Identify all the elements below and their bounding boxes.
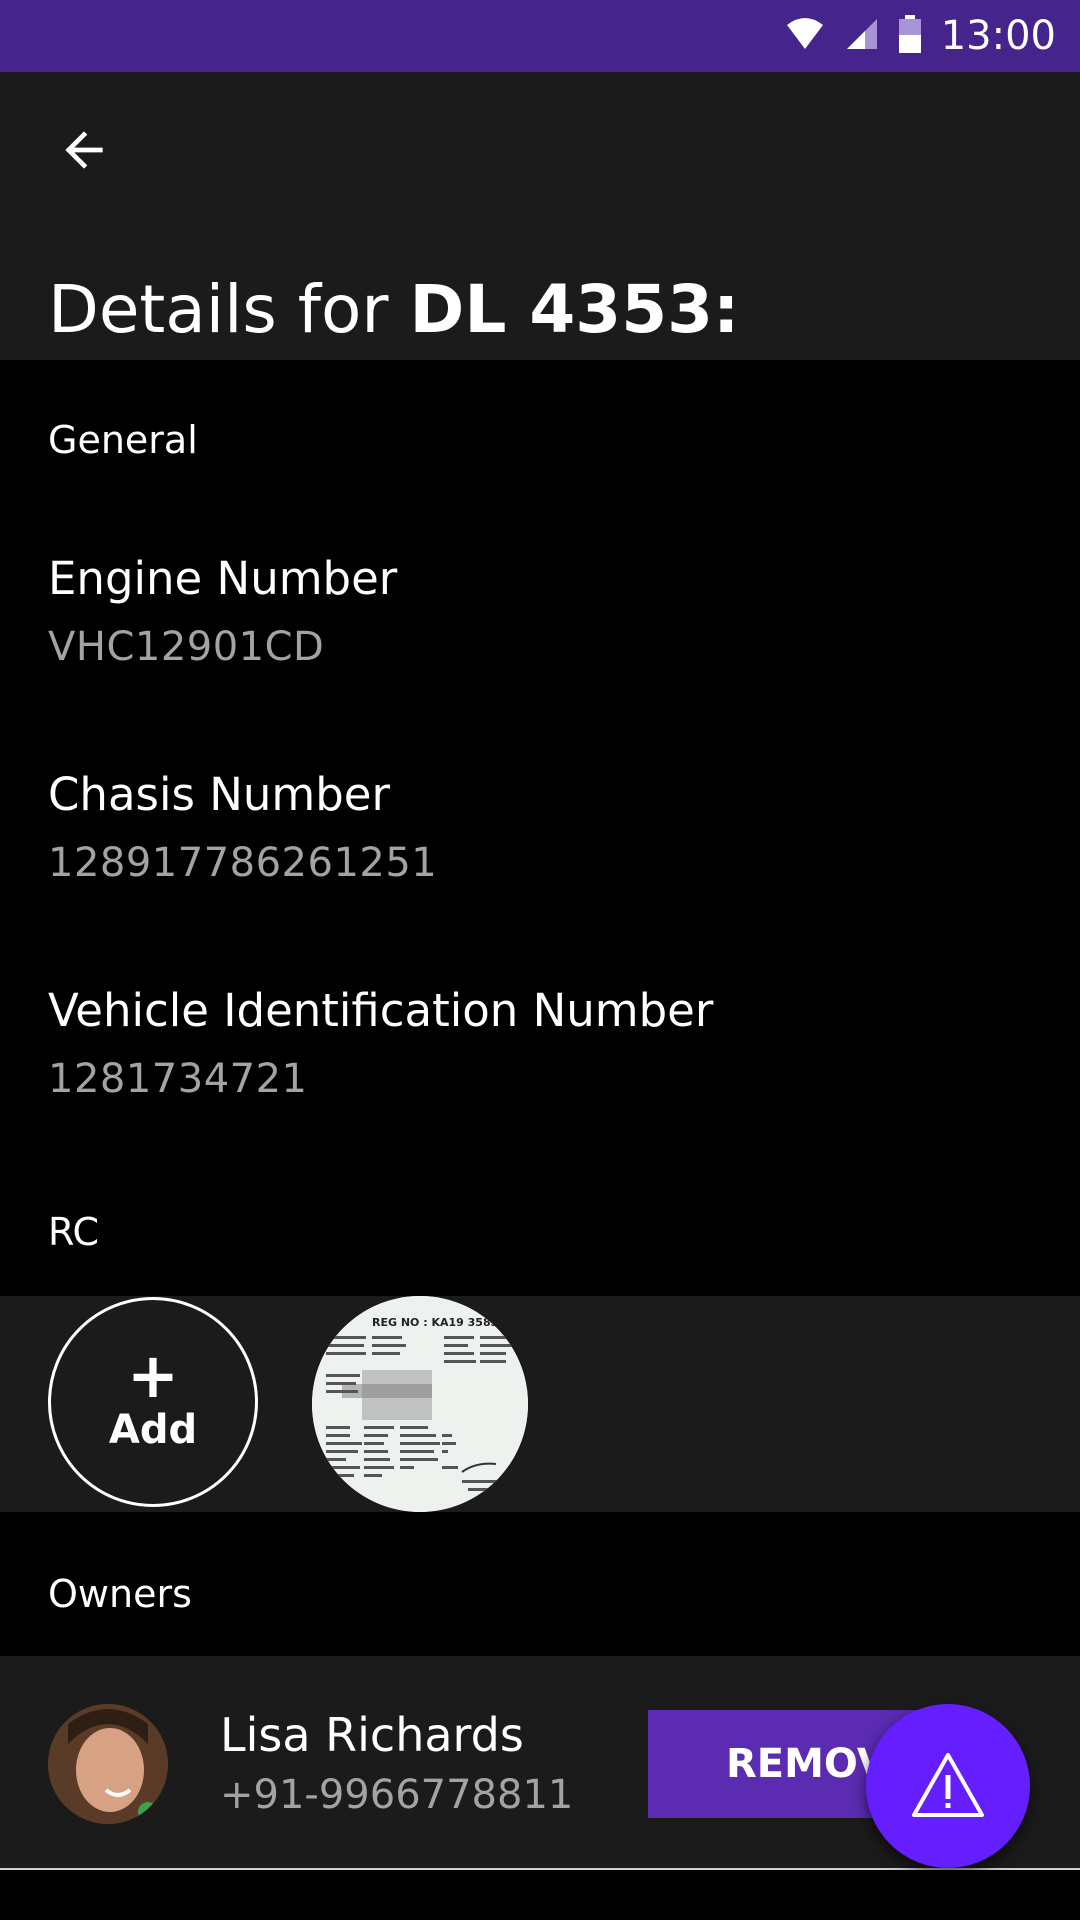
battery-icon <box>898 15 921 57</box>
chassis-number-label: Chasis Number <box>48 768 390 821</box>
owner-name: Lisa Richards <box>220 1708 524 1762</box>
engine-number-value: VHC12901CD <box>48 624 325 670</box>
wifi-icon <box>785 17 825 55</box>
engine-number-label: Engine Number <box>48 552 398 605</box>
chassis-number-value: 128917786261251 <box>48 840 438 886</box>
section-header-rc: RC <box>48 1210 100 1254</box>
signal-icon <box>845 17 879 55</box>
vin-value: 1281734721 <box>48 1056 308 1102</box>
title-prefix: Details for <box>48 271 410 348</box>
back-button[interactable] <box>44 110 124 190</box>
section-header-owners: Owners <box>48 1572 192 1616</box>
avatar <box>48 1704 168 1824</box>
owner-phone: +91-9966778811 <box>220 1772 574 1818</box>
rc-document-thumbnail[interactable]: REG NO : KA19 3583 <box>312 1296 528 1512</box>
add-label: Add <box>108 1407 198 1453</box>
section-header-general: General <box>48 418 198 462</box>
warning-icon <box>912 1753 984 1817</box>
add-rc-button[interactable]: + Add <box>48 1297 258 1507</box>
status-bar: 13:00 <box>0 0 1080 72</box>
avatar-image <box>48 1704 168 1824</box>
plus-icon: + <box>127 1339 179 1412</box>
status-time: 13:00 <box>940 13 1056 59</box>
report-fab-button[interactable] <box>866 1704 1030 1868</box>
rc-document-header: REG NO : KA19 3583 <box>372 1316 498 1329</box>
page-title: Details for DL 4353: <box>48 270 739 350</box>
rc-document-image: REG NO : KA19 3583 <box>312 1296 528 1512</box>
plate-number: DL 4353: <box>409 271 740 348</box>
arrow-back-icon <box>65 131 103 169</box>
vin-label: Vehicle Identification Number <box>48 984 714 1037</box>
